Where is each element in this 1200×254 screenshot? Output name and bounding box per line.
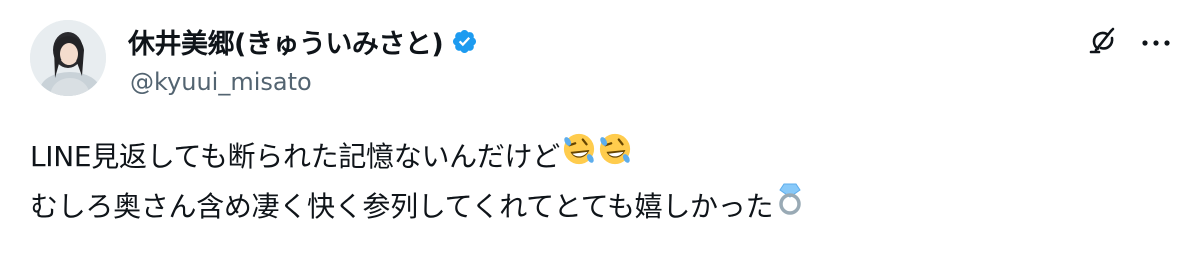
author-display-name[interactable]: 休井美郷(きゅういみさと) [128, 22, 444, 61]
tweet-line-2-text: むしろ奥さん含め凄く快く参列してくれてとても嬉しかった [30, 190, 774, 223]
tweet-text: LINE見返しても断られた記憶ないんだけど むしろ奥さん含め凄く快く参列してくれ… [30, 132, 1170, 232]
ring-emoji-icon [775, 182, 805, 232]
author-handle[interactable]: @kyuui_misato [130, 68, 312, 96]
tweet-line-2: むしろ奥さん含め凄く快く参列してくれてとても嬉しかった [30, 182, 1170, 232]
author-name-row: 休井美郷(きゅういみさと) [128, 22, 478, 61]
rolling-on-floor-laughing-emoji-icon [562, 132, 596, 182]
avatar[interactable] [30, 20, 106, 96]
tweet-line-1: LINE見返しても断られた記憶ないんだけど [30, 132, 1170, 182]
rolling-on-floor-laughing-emoji-icon [598, 132, 632, 182]
tweet-card: 休井美郷(きゅういみさと) @kyuui_misato LINE見返しても断られ… [0, 0, 1200, 254]
verified-badge-icon[interactable] [451, 28, 478, 55]
more-icon [1141, 34, 1171, 52]
grok-icon [1087, 26, 1117, 61]
grok-button[interactable] [1086, 27, 1118, 59]
more-options-button[interactable] [1138, 27, 1174, 59]
tweet-line-1-text: LINE見返しても断られた記憶ないんだけど [30, 140, 560, 173]
